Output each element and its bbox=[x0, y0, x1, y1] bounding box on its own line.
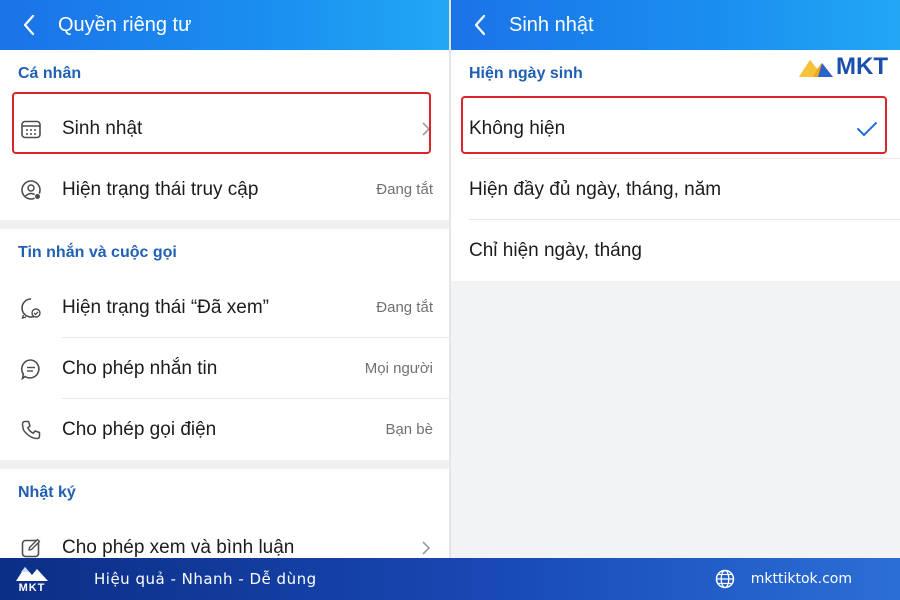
option-show-day-month[interactable]: Chỉ hiện ngày, tháng bbox=[451, 220, 900, 281]
page-title: Quyền riêng tư bbox=[58, 13, 192, 36]
section-title-messages-calls: Tin nhắn và cuộc gọi bbox=[0, 229, 449, 277]
privacy-settings-panel: Quyền riêng tư Cá nhân Sinh nhật Hiện tr… bbox=[0, 0, 449, 558]
mkt-watermark-logo: MKT bbox=[798, 55, 888, 79]
birthday-header: Sinh nhật bbox=[451, 0, 900, 50]
row-allow-view-comment[interactable]: Cho phép xem và bình luận bbox=[0, 517, 449, 558]
row-label: Hiện trạng thái truy cập bbox=[62, 178, 259, 200]
back-arrow-icon bbox=[23, 14, 35, 36]
user-status-icon bbox=[0, 159, 62, 220]
row-allow-messaging[interactable]: Cho phép nhắn tin Mọi người bbox=[0, 338, 449, 399]
row-seen-status[interactable]: Hiện trạng thái “Đã xem” Đang tắt bbox=[0, 277, 449, 338]
globe-icon bbox=[715, 569, 735, 589]
highlight-box-birthday bbox=[12, 92, 431, 154]
row-allow-calls[interactable]: Cho phép gọi điện Bạn bè bbox=[0, 399, 449, 460]
row-value: Đang tắt bbox=[376, 299, 433, 316]
watermark-text: MKT bbox=[836, 53, 888, 80]
phone-icon bbox=[0, 399, 62, 460]
footer-logo-text: MKT bbox=[18, 582, 46, 594]
row-online-status[interactable]: Hiện trạng thái truy cập Đang tắt bbox=[0, 159, 449, 220]
mountain-logo-icon bbox=[16, 567, 48, 581]
page-title: Sinh nhật bbox=[509, 13, 594, 36]
footer-slogan: Hiệu quả - Nhanh - Dễ dùng bbox=[94, 570, 317, 588]
section-title-diary: Nhật ký bbox=[0, 469, 449, 517]
section-gap bbox=[0, 460, 449, 469]
option-label: Chỉ hiện ngày, tháng bbox=[469, 239, 642, 261]
website-url: mkttiktok.com bbox=[750, 571, 852, 587]
row-label: Hiện trạng thái “Đã xem” bbox=[62, 296, 269, 318]
mountain-logo-icon bbox=[799, 60, 834, 77]
back-arrow-icon bbox=[474, 14, 486, 36]
footer-website[interactable]: mkttiktok.com bbox=[715, 569, 852, 589]
row-label: Cho phép gọi điện bbox=[62, 418, 217, 440]
row-label: Cho phép nhắn tin bbox=[62, 357, 218, 379]
option-label: Hiện đầy đủ ngày, tháng, năm bbox=[469, 178, 722, 200]
option-show-full-date[interactable]: Hiện đầy đủ ngày, tháng, năm bbox=[451, 159, 900, 220]
back-button[interactable] bbox=[451, 0, 509, 50]
chevron-right-icon bbox=[422, 540, 431, 555]
birthday-settings-panel: Sinh nhật Hiện ngày sinh Không hiện Hiện… bbox=[451, 0, 900, 558]
row-value: Đang tắt bbox=[376, 181, 433, 198]
chat-bubble-icon bbox=[0, 338, 62, 399]
highlight-box-hide-option bbox=[461, 96, 887, 154]
section-gap bbox=[0, 220, 449, 229]
row-value: Mọi người bbox=[364, 360, 433, 377]
row-label: Cho phép xem và bình luận bbox=[62, 536, 295, 558]
row-value: Bạn bè bbox=[385, 421, 433, 438]
footer-banner: MKT Hiệu quả - Nhanh - Dễ dùng mkttiktok… bbox=[0, 558, 900, 600]
footer-logo: MKT bbox=[0, 558, 64, 600]
privacy-header: Quyền riêng tư bbox=[0, 0, 449, 50]
section-title-personal: Cá nhân bbox=[0, 50, 449, 98]
seen-message-icon bbox=[0, 277, 62, 338]
back-button[interactable] bbox=[0, 0, 58, 50]
edit-icon bbox=[0, 517, 62, 558]
